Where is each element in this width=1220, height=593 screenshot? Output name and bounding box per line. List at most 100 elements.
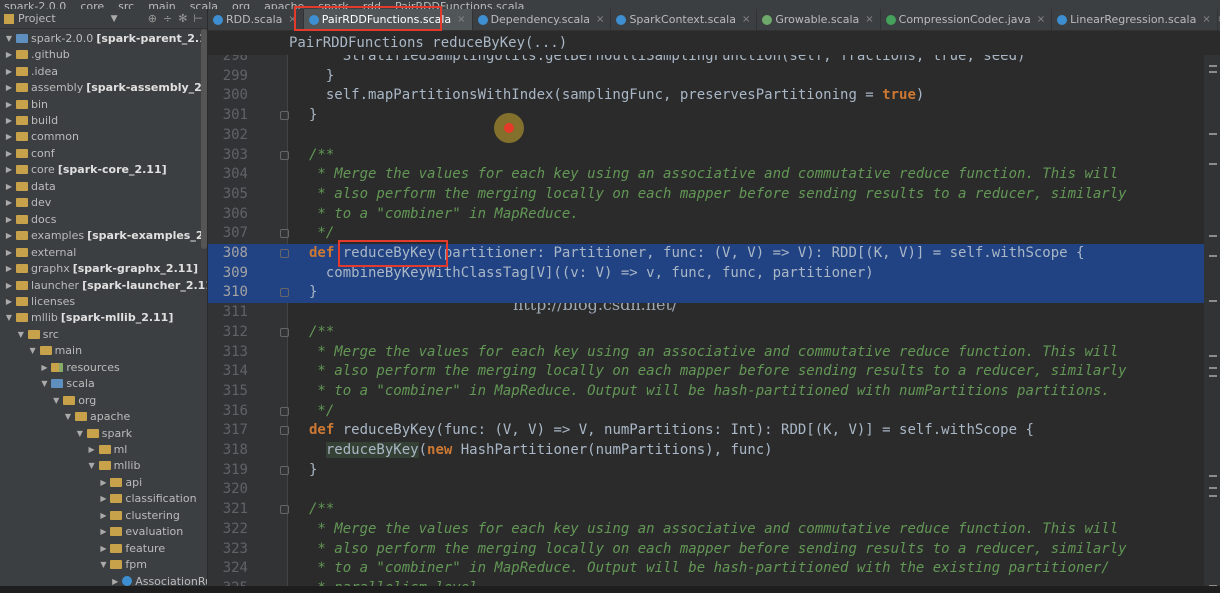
code-line[interactable]: 301}: [208, 106, 1204, 126]
tree-item[interactable]: ▶ graphx [spark-graphx_2.11]: [4, 260, 198, 277]
chevron-right-icon[interactable]: ▶: [110, 577, 120, 586]
gear-icon[interactable]: ✻: [178, 12, 187, 25]
chevron-down-icon[interactable]: ▼: [98, 560, 108, 569]
stripe-marker[interactable]: [1209, 71, 1217, 73]
breadcrumb-item[interactable]: main: [144, 0, 185, 9]
hide-icon[interactable]: ⊢: [193, 12, 203, 25]
chevron-right-icon[interactable]: ▶: [4, 67, 14, 76]
stripe-marker[interactable]: [1209, 65, 1217, 67]
close-icon[interactable]: ×: [865, 14, 873, 25]
chevron-right-icon[interactable]: ▶: [4, 281, 14, 290]
close-icon[interactable]: ×: [596, 14, 604, 25]
tree-item[interactable]: ▶ feature: [98, 540, 165, 557]
tree-item[interactable]: ▼ spark: [75, 425, 132, 442]
collapse-icon[interactable]: ÷: [163, 12, 172, 25]
tab-dependency-scala[interactable]: Dependency.scala ×: [473, 9, 612, 30]
tree-item[interactable]: ▼ src: [16, 326, 59, 343]
tree-item[interactable]: ▼ mllib [spark-mllib_2.11]: [4, 310, 173, 327]
chevron-right-icon[interactable]: ▶: [4, 132, 14, 141]
code-line[interactable]: 317 def reduceByKey(func: (V, V) => V, nu…: [208, 421, 1204, 441]
tree-item[interactable]: ▶ .idea: [4, 63, 58, 80]
stripe-marker[interactable]: [1209, 235, 1217, 237]
close-icon[interactable]: ×: [742, 14, 750, 25]
breadcrumb-item[interactable]: spark-2.0.0: [0, 0, 76, 9]
fold-icon[interactable]: [280, 406, 289, 416]
code-line[interactable]: 324 * to a "combiner" in MapReduce. Outp…: [208, 559, 1204, 579]
chevron-right-icon[interactable]: ▶: [98, 478, 108, 487]
tree-item[interactable]: ▶ bin: [4, 96, 48, 113]
sync-icon[interactable]: ⊕: [148, 12, 157, 25]
stripe-marker[interactable]: [1209, 300, 1217, 302]
chevron-right-icon[interactable]: ▶: [98, 494, 108, 503]
tree-item[interactable]: ▶ licenses: [4, 293, 75, 310]
code-line[interactable]: 319}: [208, 461, 1204, 481]
code-line[interactable]: 322 * Merge the values for each key usin…: [208, 520, 1204, 540]
code-line[interactable]: 315 * to a "combiner" in MapReduce. Outp…: [208, 382, 1204, 402]
code-editor[interactable]: http://blog.csdn.net/ 298 StratifiedSamp…: [208, 55, 1204, 593]
chevron-right-icon[interactable]: ▶: [4, 83, 14, 92]
tree-item[interactable]: ▶ dev: [4, 195, 51, 212]
tree-item[interactable]: ▶ data: [4, 178, 56, 195]
code-line[interactable]: 310}: [208, 283, 1204, 304]
chevron-down-icon[interactable]: ▼: [87, 461, 97, 470]
chevron-right-icon[interactable]: ▶: [4, 297, 14, 306]
close-icon[interactable]: ×: [1202, 14, 1210, 25]
chevron-right-icon[interactable]: ▶: [39, 363, 49, 372]
chevron-right-icon[interactable]: ▶: [4, 149, 14, 158]
stripe-marker[interactable]: [1209, 495, 1217, 497]
fold-icon[interactable]: [280, 229, 289, 239]
chevron-down-icon[interactable]: ▼: [39, 379, 49, 388]
breadcrumb-item[interactable]: org: [228, 0, 260, 9]
chevron-right-icon[interactable]: ▶: [4, 165, 14, 174]
tree-item[interactable]: ▼ scala: [39, 375, 94, 392]
tree-item[interactable]: ▶ ml: [87, 441, 128, 458]
stripe-marker[interactable]: [1209, 355, 1217, 357]
close-icon[interactable]: ×: [457, 14, 465, 25]
tree-item[interactable]: ▶ classification: [98, 491, 196, 508]
sidebar-scrollbar[interactable]: [201, 29, 207, 249]
fold-icon[interactable]: [280, 288, 289, 298]
tree-item[interactable]: ▶ examples[spark-examples_2.11]: [4, 227, 207, 244]
fold-icon[interactable]: [280, 111, 289, 121]
tab-linearregression-scala[interactable]: LinearRegression.scala ×: [1052, 9, 1218, 30]
fold-icon[interactable]: [280, 150, 289, 160]
tree-item[interactable]: ▶ common: [4, 129, 79, 146]
tree-item[interactable]: ▶ .github: [4, 46, 70, 63]
code-line[interactable]: 314 * also perform the merging locally o…: [208, 362, 1204, 382]
chevron-down-icon[interactable]: ▼: [28, 346, 38, 355]
code-line[interactable]: 311: [208, 303, 1204, 323]
code-line[interactable]: 312 /**: [208, 323, 1204, 343]
chevron-right-icon[interactable]: ▶: [4, 100, 14, 109]
stripe-marker[interactable]: [1209, 163, 1217, 165]
fold-icon[interactable]: [280, 505, 289, 515]
chevron-down-icon[interactable]: ▼: [51, 396, 61, 405]
code-line[interactable]: 304 * Merge the values for each key usin…: [208, 165, 1204, 185]
chevron-right-icon[interactable]: ▶: [4, 50, 14, 59]
tab-sparkcontext-scala[interactable]: SparkContext.scala ×: [611, 9, 758, 30]
project-view-icon[interactable]: [4, 13, 14, 24]
chevron-right-icon[interactable]: ▶: [98, 544, 108, 553]
stripe-marker[interactable]: [1209, 375, 1217, 377]
tree-item[interactable]: ▼ apache: [63, 408, 130, 425]
code-line[interactable]: 306 * to a "combiner" in MapReduce.: [208, 205, 1204, 225]
stripe-marker[interactable]: [1209, 367, 1217, 369]
tree-item[interactable]: ▶ conf: [4, 145, 55, 162]
code-line[interactable]: 299 }: [208, 67, 1204, 87]
code-line[interactable]: 318 reduceByKey(new HashPartitioner(numP…: [208, 441, 1204, 461]
tree-item[interactable]: ▶ docs: [4, 211, 57, 228]
chevron-right-icon[interactable]: ▶: [98, 511, 108, 520]
code-line[interactable]: 302: [208, 126, 1204, 146]
chevron-right-icon[interactable]: ▶: [4, 215, 14, 224]
chevron-down-icon[interactable]: ▼: [4, 313, 14, 322]
tree-item[interactable]: ▶ core [spark-core_2.11]: [4, 162, 167, 179]
structure-nav-text[interactable]: PairRDDFunctions reduceByKey(...): [289, 35, 567, 51]
chevron-right-icon[interactable]: ▶: [4, 231, 14, 240]
tree-item[interactable]: ▶ build: [4, 112, 58, 129]
chevron-right-icon[interactable]: ▶: [4, 264, 14, 273]
fold-icon[interactable]: [280, 426, 289, 436]
breadcrumb-item[interactable]: src: [114, 0, 144, 9]
chevron-down-icon[interactable]: ▼: [75, 429, 85, 438]
tree-item[interactable]: ▶ assembly[spark-assembly_2.11]: [4, 79, 207, 96]
tree-item[interactable]: ▶ clustering: [98, 507, 180, 524]
tab-growable-scala[interactable]: Growable.scala ×: [757, 9, 881, 30]
